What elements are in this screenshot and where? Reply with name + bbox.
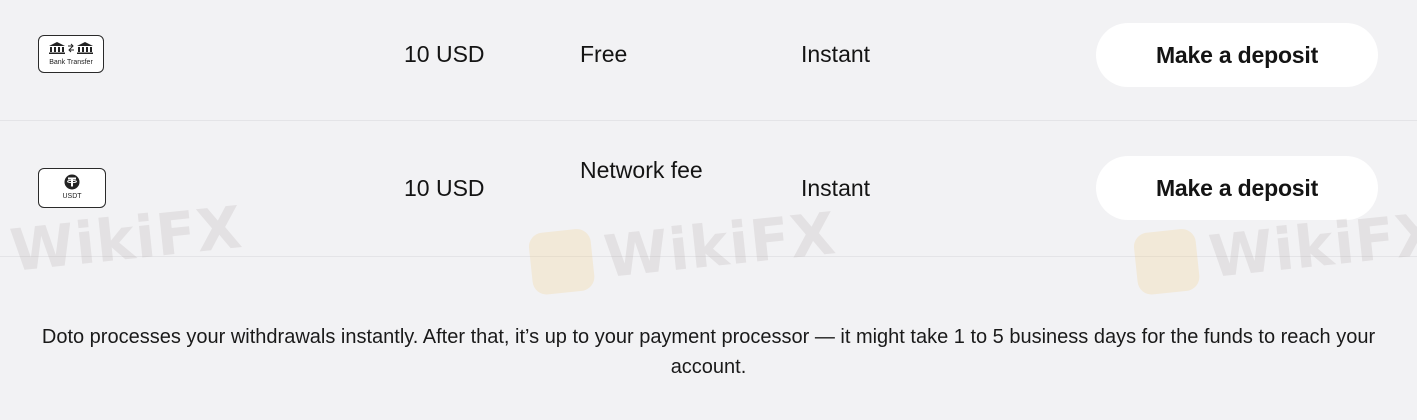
usdt-badge: USDT [38,168,106,208]
transfer-arrows-icon [68,43,74,53]
fee: Network fee [580,157,703,183]
bank-icon [77,42,93,54]
method-label: USDT [62,193,82,200]
min-amount: 10 USD [404,175,485,201]
fee: Free [580,41,628,67]
processing-time: Instant [801,175,871,201]
make-deposit-button[interactable]: Make a deposit [1096,23,1378,87]
min-amount: 10 USD [404,41,485,67]
payment-method-row: USDT 10 USD Network fee Instant Make a d… [0,121,1417,257]
withdrawal-info-note: Doto processes your withdrawals instantl… [41,326,1376,378]
bank-transfer-icon [49,41,93,55]
processing-time: Instant [801,41,871,67]
make-deposit-button[interactable]: Make a deposit [1096,156,1378,220]
tether-icon [64,174,80,190]
method-label: Bank Transfer [49,59,93,66]
bank-icon [49,42,65,54]
payment-method-row: Bank Transfer 10 USD Free Instant Make a… [0,0,1417,121]
bank-transfer-badge: Bank Transfer [38,35,104,73]
